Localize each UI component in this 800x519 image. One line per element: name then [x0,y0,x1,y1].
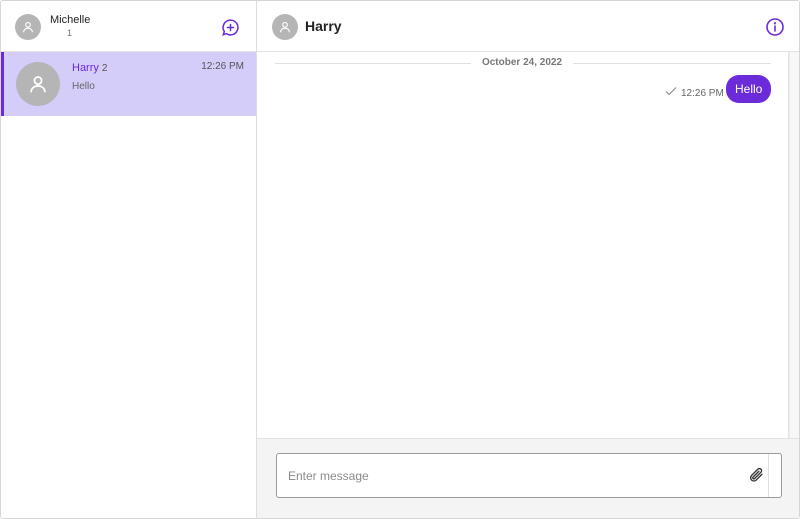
new-chat-icon[interactable] [221,18,240,37]
current-user-name: Michelle [50,14,91,26]
chat-app-window: Michelle 1 Harry 2 Hello 12:26 PM Harry … [0,0,800,519]
check-icon [665,87,677,96]
conversation-time: 12:26 PM [201,61,244,72]
user-icon [280,21,290,33]
info-icon[interactable] [765,17,785,37]
user-icon [23,21,33,33]
message-list-scrollbar[interactable] [789,52,799,438]
message-list: October 24, 2022 12:26 PM Hello [257,52,789,438]
date-separator: October 24, 2022 [275,56,771,70]
unread-count-badge: 2 [101,63,108,74]
user-icon [30,76,46,93]
message-composer[interactable] [276,453,782,498]
current-user-subtitle: 1 [67,28,73,38]
message-row: 12:26 PM Hello [257,75,772,103]
chat-pane: Harry October 24, 2022 12:26 PM Hello [257,1,799,518]
conversation-item-harry[interactable]: Harry 2 Hello 12:26 PM [1,52,256,116]
contact-name: Harry [305,18,342,34]
conversation-avatar [16,62,60,106]
conversation-name: Harry 2 [72,62,107,74]
date-separator-text: October 24, 2022 [481,57,563,68]
chat-header: Harry [257,1,799,52]
sidebar-header: Michelle 1 [1,1,256,52]
sidebar: Michelle 1 Harry 2 Hello 12:26 PM [1,1,257,518]
paperclip-icon[interactable] [748,466,766,484]
message-input[interactable] [277,454,737,497]
date-separator-line-left [275,63,471,64]
current-user-avatar[interactable] [15,14,41,40]
date-separator-line-right [573,63,771,64]
conversation-preview: Hello [72,81,95,92]
message-time: 12:26 PM [681,88,724,99]
conversation-name-text: Harry [72,62,99,74]
composer-divider [768,454,769,497]
contact-avatar[interactable] [272,14,298,40]
message-bubble[interactable]: Hello [726,75,772,103]
